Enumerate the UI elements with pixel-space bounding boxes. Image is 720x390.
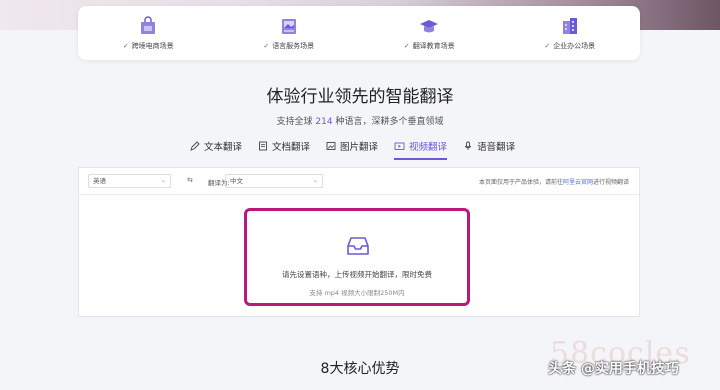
graduation-cap-icon [420, 19, 439, 32]
document-picture-icon [281, 18, 296, 34]
notice-suffix: 进行视频翻译 [592, 179, 629, 186]
scenario-label: 企业办公场景 [553, 41, 596, 50]
aliyun-link[interactable]: 阿里云官网 [563, 179, 593, 186]
upload-instruction: 请先设置语种，上传视频开始翻译，限时免费 [282, 270, 432, 279]
scenario-education[interactable]: ✓ 翻译教育场景 [359, 6, 500, 60]
tab-image-translation[interactable]: 图片翻译 [326, 136, 378, 156]
scenario-language-service[interactable]: ✓ 语言服务场景 [219, 6, 360, 60]
language-count: 214 [315, 117, 333, 127]
watermark-text: 头条 @实用手机技巧 [548, 361, 679, 377]
video-icon [394, 142, 405, 150]
swap-languages-button[interactable]: ⇆ [187, 176, 193, 184]
subtitle-suffix: 种语言，深耕多个垂直领域 [335, 117, 444, 127]
tab-document-translation[interactable]: 文档翻译 [258, 136, 310, 156]
scenario-office[interactable]: ✓ 企业办公场景 [500, 6, 641, 60]
translation-tabs: 文本翻译 文档翻译 图片翻译 视频翻译 语音翻译 [190, 136, 531, 160]
inbox-icon [347, 237, 369, 255]
upload-hint: 支持 mp4 视频大小限制250M内 [309, 289, 405, 297]
scenario-ecommerce[interactable]: ✓ 跨境电商场景 [78, 6, 219, 60]
tab-label: 语音翻译 [477, 142, 516, 153]
experience-notice: 本页面仅用于产品体验，请前往阿里云官网进行视频翻译 [479, 177, 629, 186]
notice-prefix: 本页面仅用于产品体验，请前往 [478, 179, 563, 186]
chevron-down-icon: ⌄ [312, 177, 318, 184]
chevron-down-icon: ⌄ [160, 177, 166, 184]
page-subtitle: 支持全球 214 种语言，深耕多个垂直领域 [0, 114, 720, 127]
tab-text-translation[interactable]: 文本翻译 [190, 136, 242, 156]
scenario-label: 翻译教育场景 [412, 41, 455, 50]
office-building-icon [562, 17, 577, 34]
tab-speech-translation[interactable]: 语音翻译 [463, 136, 515, 156]
check-icon: ✓ [544, 41, 551, 50]
tab-label: 图片翻译 [340, 142, 379, 153]
translation-panel: 英语 ⌄ ⇆ 翻译为: 中文 ⌄ 本页面仅用于产品体验，请前往阿里云官网进行视频… [78, 167, 640, 317]
scenario-label: 语言服务场景 [272, 41, 315, 50]
tab-video-translation[interactable]: 视频翻译 [394, 136, 448, 160]
scenario-card: ✓ 跨境电商场景 ✓ 语言服务场景 ✓ 翻译教育场景 ✓ 企业办公场景 [78, 6, 640, 60]
source-language-value: 英语 [93, 177, 106, 185]
check-icon: ✓ [122, 41, 129, 50]
document-icon [259, 141, 267, 151]
tab-label: 视频翻译 [409, 142, 448, 153]
microphone-icon [464, 141, 472, 150]
source-language-select[interactable]: 英语 ⌄ [88, 174, 171, 188]
image-icon [326, 142, 336, 150]
page-title: 体验行业领先的智能翻译 [266, 87, 454, 107]
scenario-label: 跨境电商场景 [131, 41, 174, 50]
target-language-select[interactable]: 中文 ⌄ [225, 174, 323, 188]
check-icon: ✓ [263, 41, 270, 50]
tab-label: 文本翻译 [204, 142, 243, 153]
video-upload-area[interactable]: 请先设置语种，上传视频开始翻译，限时免费 支持 mp4 视频大小限制250M内 [244, 208, 470, 306]
target-language-value: 中文 [230, 177, 243, 185]
check-icon: ✓ [403, 41, 410, 50]
language-toolbar: 英语 ⌄ ⇆ 翻译为: 中文 ⌄ 本页面仅用于产品体验，请前往阿里云官网进行视频… [79, 168, 639, 195]
shopping-bag-icon [141, 15, 156, 34]
pencil-icon [190, 141, 200, 151]
subtitle-prefix: 支持全球 [276, 117, 313, 127]
tab-label: 文档翻译 [272, 142, 311, 153]
